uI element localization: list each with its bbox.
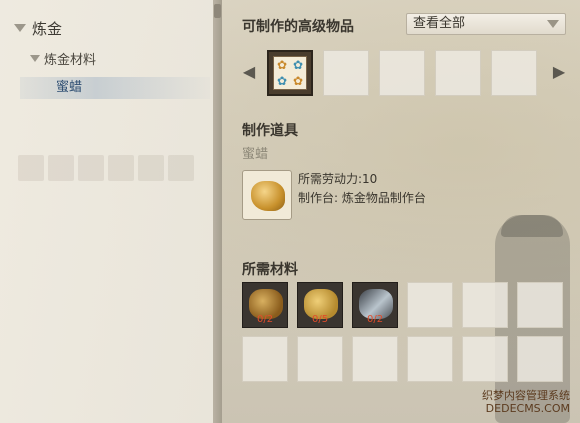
tree-category-label: 炼金 [32,19,63,38]
crafting-tool-title: 制作道具 [242,123,298,139]
expand-arrow-icon [30,54,40,62]
material-count: 0/5 [312,314,329,325]
material-count: 0/2 [257,314,274,325]
chevron-right-icon: ▶ [552,61,566,81]
tree-subcategory-alchemy-materials[interactable]: 炼金材料 [30,49,97,68]
material-slot-9[interactable] [352,336,398,382]
beeswax-icon [251,181,285,211]
tree-item-label: 蜜蜡 [56,80,83,95]
material-count: 0/2 [367,314,384,325]
material-slot-6[interactable] [517,282,563,328]
craftable-slot-4[interactable] [435,50,481,96]
carousel-prev-button[interactable]: ◀ [242,61,256,81]
labor-cost-text: 所需劳动力:10 [298,172,378,186]
tree-subcategory-label: 炼金材料 [44,52,97,68]
material-slot-11[interactable] [462,336,508,382]
required-materials-title: 所需材料 [242,262,298,278]
crafting-item-name: 蜜蜡 [242,147,269,162]
craftable-items-title: 可制作的高级物品 [242,19,354,35]
material-slot-7[interactable] [242,336,288,382]
craftable-slot-1[interactable]: ✿ ✿ ✿ ✿ [267,50,313,96]
material-slot-10[interactable] [407,336,453,382]
material-slot-2[interactable]: 0/5 [297,282,343,328]
butterfly-specimen-box-icon: ✿ ✿ ✿ ✿ [273,56,307,90]
tree-category-alchemy[interactable]: 炼金 [14,18,62,38]
watermark-line-1: 织梦内容管理系统 [482,389,570,402]
chevron-down-icon [547,20,559,28]
workbench-text: 制作台: 炼金物品制作台 [298,191,426,205]
craftable-slot-5[interactable] [491,50,537,96]
beeswax-item-slot[interactable] [242,170,292,220]
watermark-line-2: DEDECMS.COM [485,402,570,415]
filter-dropdown-value: 查看全部 [413,16,466,31]
background-hotbar [18,155,203,185]
expand-arrow-icon [14,24,26,32]
craftable-slot-2[interactable] [323,50,369,96]
filter-dropdown[interactable]: 查看全部 [406,13,566,35]
carousel-next-button[interactable]: ▶ [552,61,566,81]
category-tree-panel: 炼金 炼金材料 蜜蜡 [0,0,222,423]
chevron-left-icon: ◀ [242,61,256,81]
material-slot-12[interactable] [517,336,563,382]
left-scrollbar-thumb[interactable] [214,4,221,18]
material-slot-3[interactable]: 0/2 [352,282,398,328]
craftable-slot-3[interactable] [379,50,425,96]
material-slot-5[interactable] [462,282,508,328]
material-slot-1[interactable]: 0/2 [242,282,288,328]
recipe-detail-panel: 可制作的高级物品 查看全部 ◀ ▶ ✿ ✿ ✿ ✿ 制作道具 蜜蜡 所需劳动力:10… [222,0,580,423]
site-watermark: 织梦内容管理系统 DEDECMS.COM [482,389,570,415]
tree-item-beeswax[interactable]: 蜜蜡 [20,77,210,99]
left-scrollbar[interactable] [213,0,222,423]
material-slot-4[interactable] [407,282,453,328]
material-slot-8[interactable] [297,336,343,382]
